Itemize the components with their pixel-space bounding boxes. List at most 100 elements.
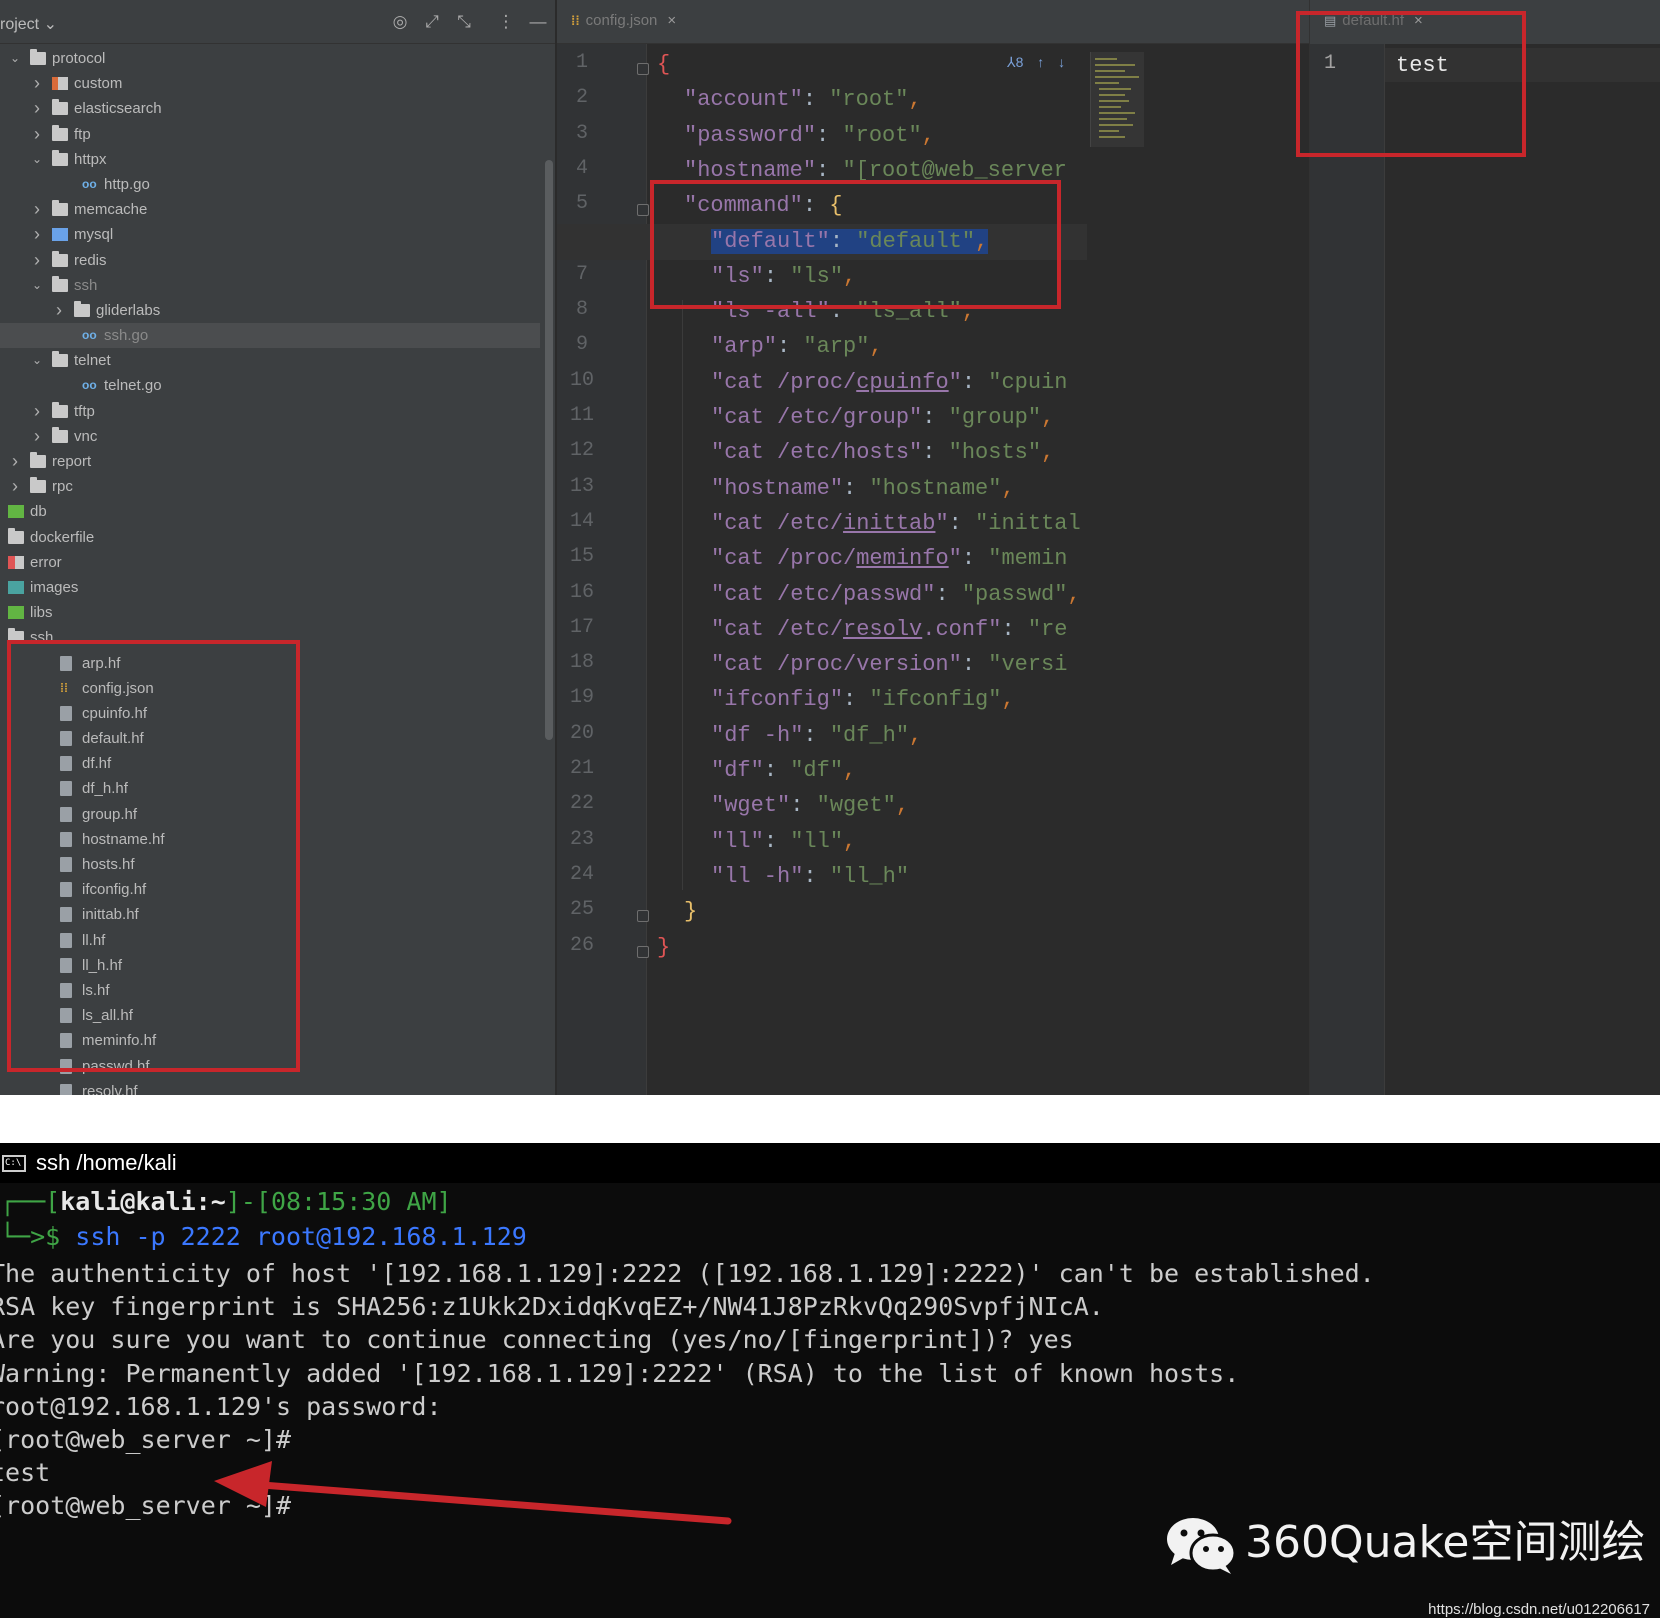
tree-item-label: images — [30, 578, 79, 596]
code-line: "ifconfig": "ifconfig", — [711, 687, 1015, 713]
tree-item[interactable]: › gliderlabs — [0, 298, 540, 323]
folder-icon — [8, 555, 24, 569]
chevron-right-icon[interactable]: › — [30, 222, 44, 247]
options-icon[interactable]: ⋮ — [494, 11, 518, 33]
tree-item[interactable]: › memcache — [0, 197, 540, 222]
tree-item-label: dockerfile — [30, 528, 95, 546]
chevron-right-icon[interactable]: › — [30, 71, 44, 96]
tree-item[interactable]: › tftp — [0, 399, 540, 424]
tree-item[interactable]: dockerfile — [0, 525, 540, 550]
tree-item-label: resolv.hf — [82, 1082, 138, 1095]
folder-icon — [52, 401, 68, 418]
inspection-widget[interactable]: ⅄8 ↑ ↓ — [1007, 54, 1065, 71]
chevron-down-icon[interactable]: ⌄ — [30, 348, 44, 373]
folder-icon — [8, 606, 24, 620]
folder-icon — [52, 124, 68, 141]
chevron-right-icon[interactable]: › — [30, 197, 44, 222]
tree-item[interactable]: › custom — [0, 71, 540, 96]
chevron-right-icon[interactable]: › — [30, 424, 44, 449]
chevron-down-icon[interactable]: ⌄ — [30, 273, 44, 298]
tree-item[interactable]: oo ssh.go — [0, 323, 540, 349]
tree-item[interactable]: ⌄ telnet — [0, 348, 540, 373]
tree-item[interactable]: oo telnet.go — [0, 373, 540, 398]
tree-item[interactable]: › redis — [0, 248, 540, 273]
arrow-up-icon[interactable]: ↑ — [1037, 54, 1044, 70]
tree-item-label: memcache — [74, 201, 148, 219]
code-line: "hostname": "hostname", — [711, 475, 1015, 501]
chevron-down-icon[interactable]: ⌄ — [30, 147, 44, 172]
chevron-right-icon[interactable]: › — [52, 298, 66, 323]
wechat-logo-icon — [1165, 1515, 1237, 1575]
minimap[interactable] — [1090, 52, 1144, 147]
tree-item[interactable]: libs — [0, 600, 540, 625]
chevron-right-icon[interactable]: › — [30, 96, 44, 121]
folder-icon — [52, 200, 68, 217]
code-line: "cat /etc/hosts": "hosts", — [711, 440, 1055, 466]
code-line: "cat /proc/meminfo": "memin — [711, 546, 1068, 572]
tree-item-label: db — [30, 503, 47, 521]
chevron-right-icon[interactable]: › — [8, 474, 22, 499]
tree-item[interactable]: › report — [0, 449, 540, 474]
annotation-box-default-hf — [1296, 11, 1526, 157]
tree-item-label: error — [30, 553, 62, 571]
tree-item[interactable]: ⌄ ssh — [0, 273, 540, 298]
line-number: 22 — [569, 792, 594, 816]
collapse-all-icon[interactable]: ⤡ — [452, 11, 476, 33]
chevron-right-icon[interactable]: › — [8, 449, 22, 474]
annotation-box-command — [650, 180, 1061, 309]
go-file-icon: oo — [82, 176, 97, 191]
folder-icon — [30, 452, 46, 468]
close-icon[interactable]: × — [667, 12, 676, 29]
tree-item-label: libs — [30, 604, 53, 622]
line-number: 9 — [575, 333, 588, 357]
code-line: "ll -h": "ll_h" — [711, 863, 910, 889]
tree-item-label: vnc — [74, 427, 98, 445]
tree-item-label: custom — [74, 75, 123, 93]
tree-item-label: elasticsearch — [74, 100, 162, 118]
code-line: "cat /proc/version": "versi — [711, 652, 1068, 678]
tree-item-label: protocol — [52, 50, 106, 67]
tree-item[interactable]: oo http.go — [0, 172, 540, 197]
line-number: 23 — [569, 827, 594, 851]
code-line: "ll": "ll", — [711, 828, 857, 854]
tree-scrollbar[interactable] — [545, 160, 553, 740]
line-number: 15 — [569, 545, 594, 569]
line-number: 3 — [575, 121, 588, 145]
tree-item-label: telnet — [74, 352, 111, 370]
hide-panel-icon[interactable]: — — [526, 11, 550, 33]
tree-item[interactable]: db — [0, 499, 540, 524]
tree-item[interactable]: › ftp — [0, 122, 540, 147]
tree-item[interactable]: error — [0, 550, 540, 575]
tree-item[interactable]: › vnc — [0, 424, 540, 449]
code-line: "account": "root", — [684, 87, 922, 113]
tree-item[interactable]: › elasticsearch — [0, 96, 540, 121]
code-line: { — [657, 52, 671, 77]
annotation-box-hf-files — [7, 640, 300, 1072]
inspection-icon: ⅄ — [1007, 54, 1016, 70]
tree-item[interactable]: ⌄ httpx — [0, 147, 540, 172]
tree-item[interactable]: › mysql — [0, 222, 540, 247]
tree-item[interactable]: resolv.hf — [0, 1079, 540, 1095]
tree-item[interactable]: ⌄ protocol — [0, 46, 540, 71]
expand-all-icon[interactable]: ⤢ — [420, 11, 444, 33]
project-title[interactable]: roject ⌄ — [0, 14, 57, 34]
locate-icon[interactable]: ◎ — [388, 11, 412, 33]
line-number: 8 — [575, 298, 588, 322]
chevron-right-icon[interactable]: › — [30, 248, 44, 273]
folder-icon — [52, 426, 68, 443]
code-line: "cat /etc/resolv.conf": "re — [711, 616, 1068, 642]
chevron-right-icon[interactable]: › — [30, 122, 44, 147]
tree-item[interactable]: › rpc — [0, 474, 540, 499]
tree-item-label: httpx — [74, 150, 107, 168]
line-number: 4 — [575, 156, 588, 180]
code-line: "arp": "arp", — [711, 334, 883, 360]
tree-item[interactable]: images — [0, 575, 540, 600]
folder-icon — [8, 527, 24, 544]
watermark: 360Quake空间测绘 — [1165, 1506, 1645, 1576]
chevron-right-icon[interactable]: › — [30, 399, 44, 424]
default-hf-editor: ▤ default.hf × 1 test — [1309, 0, 1660, 1095]
code-line: "cat /etc/inittab": "inittal — [711, 510, 1081, 536]
arrow-down-icon[interactable]: ↓ — [1058, 54, 1065, 70]
chevron-down-icon[interactable]: ⌄ — [8, 46, 22, 71]
tab-config-json[interactable]: ⁞⁞ config.json × — [571, 12, 676, 42]
